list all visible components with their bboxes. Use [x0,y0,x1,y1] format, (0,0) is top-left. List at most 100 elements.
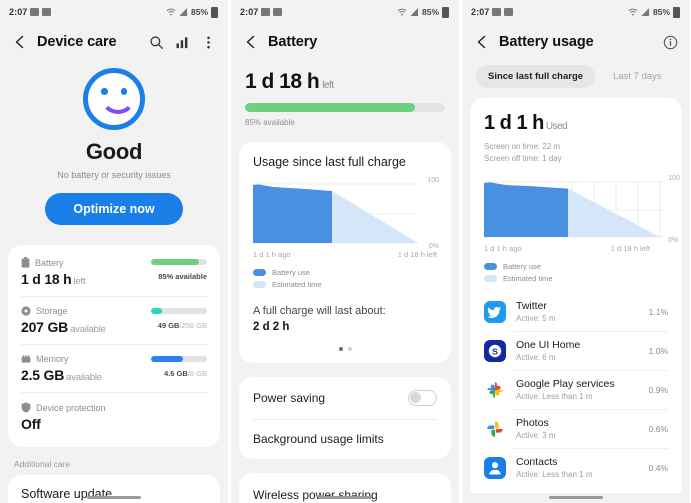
list-item[interactable]: Photos Active: 3 m 0.6% [470,409,682,448]
chart-axis-top: 100 [427,177,439,184]
home-indicator[interactable] [231,496,459,499]
stat-value: 1 d 18 h left [21,271,135,287]
carousel-dots[interactable] [239,347,451,351]
app-usage-list: Twitter Active: 5 m 1.1% S One UI Home A… [470,292,682,487]
back-icon[interactable] [243,34,259,50]
status-bar-left: 2:07 [471,7,514,17]
legend-swatch [253,269,266,276]
memory-bar-caption-total: /8 GB [187,369,207,378]
svg-text:S: S [492,346,498,356]
stat-row-storage[interactable]: Storage 207 GB available 49 GB/256 GB [8,296,220,344]
tab-last-7-days[interactable]: Last 7 days [601,65,674,88]
stat-row-battery[interactable]: Battery 1 d 18 h left 85% available [8,247,220,296]
app-active-time: Active: 6 m [516,353,556,362]
battery-remaining: 1 d 18 h left [231,60,459,94]
battery-options-card: Power saving Background usage limits [239,377,451,459]
list-item[interactable]: S One UI Home Active: 6 m 1.0% [470,331,682,370]
back-icon[interactable] [474,34,490,50]
status-bar: 2:07 85% [231,0,459,24]
chart-x-start: 1 d 1 h ago [253,250,291,259]
one-ui-home-icon: S [484,339,506,362]
app-active-time: Active: Less than 1 m [516,470,593,479]
battery-usage-chart-svg [484,181,662,238]
chart-icon[interactable] [175,35,190,50]
home-indicator[interactable] [0,496,228,499]
wifi-icon [397,8,407,16]
battery-use-area [484,182,568,237]
carousel-dot-2[interactable] [347,347,352,351]
optimize-now-button[interactable]: Optimize now [45,193,183,225]
battery-icon [21,257,30,268]
usage-card: Usage since last full charge 100 0% 1 d … [239,142,451,363]
used-time-unit: Used [545,121,568,132]
app-bar-actions [149,35,216,50]
search-icon[interactable] [149,35,164,50]
stat-row-left: Device protection Off [21,402,135,432]
option-row-power-saving[interactable]: Power saving [239,377,451,419]
stat-row-right [135,402,207,404]
battery-progress-fill [151,259,199,265]
stat-label: Battery [35,257,64,268]
status-bar-right: 85% [628,6,680,18]
chart-axis-bottom: 0% [667,237,678,244]
app-percent: 1.0% [648,345,668,356]
storage-icon [21,306,31,316]
battery-percent-label: 85% [652,7,670,17]
memory-icon [21,354,31,363]
shield-icon [21,402,31,413]
legend-item-battery-use: Battery use [253,268,437,277]
list-item[interactable]: Contacts Active: Less than 1 m 0.4% [470,448,682,487]
battery-bar-caption-main: 85% available [158,272,207,281]
wifi-icon [166,8,176,16]
signal-icon [641,8,650,16]
stat-label: Memory [36,354,69,364]
carousel-dot-1[interactable] [338,347,343,351]
wifi-icon [628,8,638,16]
chart-axis-top: 100 [668,175,680,182]
stat-row-right: 49 GB/256 GB [135,306,207,330]
more-vert-icon[interactable] [201,35,216,50]
stat-row-memory[interactable]: Memory 2.5 GB available 4.6 GB/8 GB [8,344,220,392]
storage-progress-fill [151,308,162,314]
stat-value-number: 1 d 18 h [21,271,72,287]
legend-swatch [484,263,497,270]
memory-progress-bar [151,356,207,362]
list-item[interactable]: Google Play services Active: Less than 1… [470,370,682,409]
memory-progress-fill [151,356,183,362]
screen-off-time: Screen off time: 1 day [484,154,562,163]
legend-item-battery-use: Battery use [484,262,668,271]
gallery-icon [42,8,52,16]
battery-status-icon [211,6,218,18]
option-label: Power saving [253,391,326,405]
stat-value: 2.5 GB available [21,367,135,383]
back-icon[interactable] [12,34,28,50]
signal-icon [410,8,419,16]
option-row-background-usage-limits[interactable]: Background usage limits [239,419,451,459]
legend-label: Battery use [272,268,310,277]
phone-panel-battery: 2:07 85% Battery 1 d 18 h left 85% availa… [231,0,459,503]
gallery-icon [504,8,514,16]
home-indicator-bar [549,496,603,499]
list-item[interactable]: Twitter Active: 5 m 1.1% [470,292,682,331]
home-indicator[interactable] [462,496,690,499]
status-time: 2:07 [240,7,259,17]
app-bar-device-care: Device care [0,24,228,60]
estimated-time-area [332,191,418,243]
battery-level-bar [245,103,445,112]
battery-percent-label: 85% [421,7,439,17]
tab-since-last-full-charge[interactable]: Since last full charge [476,65,596,88]
power-saving-toggle[interactable] [408,390,437,406]
app-bar-battery: Battery [231,24,459,60]
usage-card-title: Usage since last full charge [253,155,406,169]
chart-x-end: 1 d 18 h left [610,244,650,253]
status-headline: Good [85,139,143,164]
status-bar-left: 2:07 [9,7,52,17]
app-name: One UI Home [516,339,581,351]
stat-row-device-protection[interactable]: Device protection Off [8,392,220,441]
storage-bar-caption-main: 49 GB [157,321,180,330]
chart-axis-bottom: 0% [428,243,439,250]
stat-row-head: Battery [21,257,135,268]
info-icon[interactable] [663,35,678,50]
chart-legend: Battery use Estimated time [484,262,668,283]
smiley-face-icon [83,68,145,130]
